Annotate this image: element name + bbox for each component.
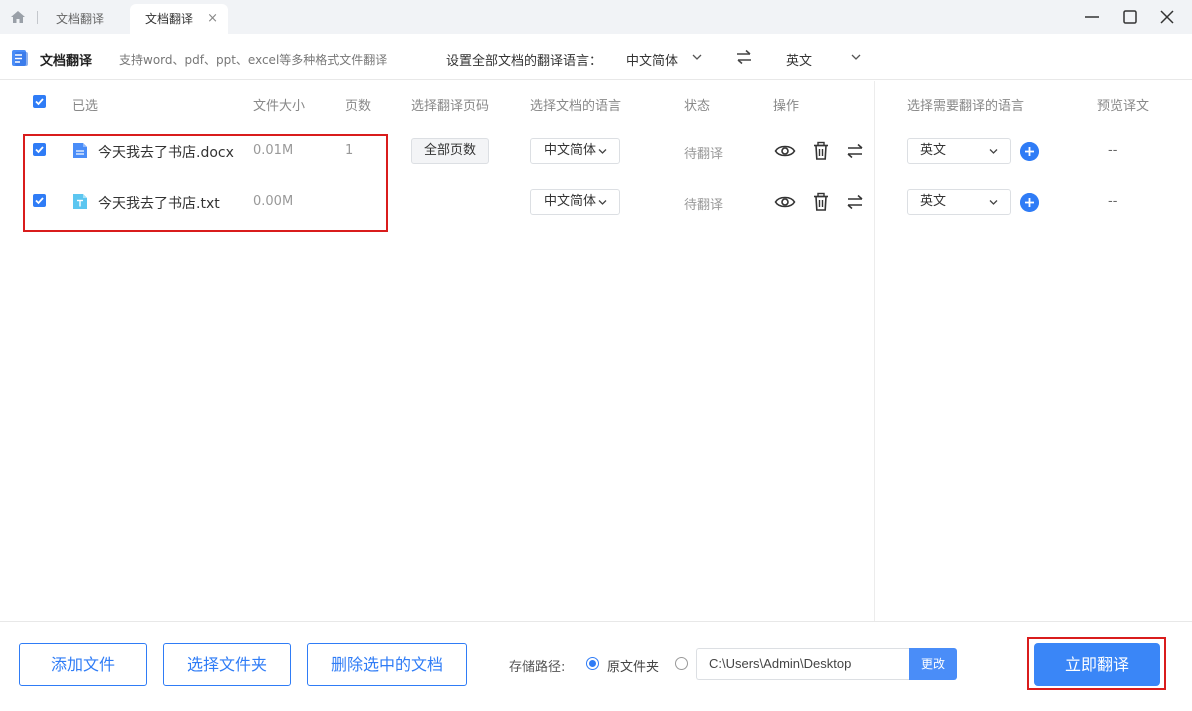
select-all-checkbox[interactable]	[33, 95, 46, 108]
column-header-actions: 操作	[773, 99, 800, 114]
home-icon[interactable]	[10, 10, 26, 24]
tab-close-icon[interactable]: ×	[207, 4, 218, 34]
tab-label: 文档翻译	[145, 12, 194, 26]
column-header-size: 文件大小	[253, 99, 306, 114]
preview-eye-icon[interactable]	[774, 141, 796, 161]
highlight-annotation-files	[23, 134, 388, 232]
document-app-icon	[12, 50, 28, 66]
title-bar: 文档翻译 文档翻译 ×	[0, 0, 1192, 34]
target-language-value: 英文	[920, 143, 947, 158]
tab-divider	[37, 11, 38, 24]
doc-language-value: 中文简体	[544, 143, 597, 158]
convert-swap-icon[interactable]	[844, 192, 866, 212]
chevron-down-icon	[989, 149, 998, 154]
original-folder-radio[interactable]	[586, 657, 599, 670]
add-language-plus-icon[interactable]	[1020, 142, 1039, 161]
tab-document-translate-inactive[interactable]: 文档翻译	[56, 4, 104, 34]
preview-translation: --	[1108, 194, 1118, 209]
column-header-status: 状态	[684, 99, 711, 114]
page-title: 文档翻译	[40, 54, 93, 69]
target-language-value: 英文	[920, 194, 947, 209]
chevron-down-icon	[598, 200, 607, 205]
delete-trash-icon[interactable]	[810, 141, 832, 161]
column-header-doc-language: 选择文档的语言	[530, 99, 622, 114]
column-header-pages: 页数	[345, 99, 372, 114]
column-header-preview: 预览译文	[1097, 99, 1150, 114]
column-header-page-range: 选择翻译页码	[411, 99, 490, 114]
chevron-down-icon[interactable]	[851, 53, 861, 61]
change-path-button[interactable]: 更改	[909, 648, 957, 680]
column-header-selected: 已选	[72, 99, 99, 114]
original-folder-label: 原文件夹	[607, 660, 660, 675]
target-language-select[interactable]: 英文	[907, 138, 1011, 164]
save-path-input[interactable]: C:\Users\Admin\Desktop	[696, 648, 910, 680]
add-language-plus-icon[interactable]	[1020, 193, 1039, 212]
start-translate-button[interactable]: 立即翻译	[1034, 643, 1160, 686]
preview-translation: --	[1108, 143, 1118, 158]
global-source-language-select[interactable]: 中文简体	[626, 50, 678, 69]
doc-language-select[interactable]: 中文简体	[530, 189, 620, 215]
toolbar-header: 文档翻译 支持word、pdf、ppt、excel等多种格式文件翻译 设置全部文…	[0, 34, 1192, 80]
add-file-button[interactable]: 添加文件	[19, 643, 147, 686]
footer-divider	[0, 621, 1192, 622]
maximize-icon[interactable]	[1119, 6, 1141, 28]
doc-language-value: 中文简体	[544, 194, 597, 209]
global-language-label: 设置全部文档的翻译语言：	[446, 54, 603, 69]
delete-selected-button[interactable]: 删除选中的文档	[307, 643, 467, 686]
panel-divider	[874, 81, 875, 621]
target-language-select[interactable]: 英文	[907, 189, 1011, 215]
chevron-down-icon	[598, 149, 607, 154]
page-subtitle: 支持word、pdf、ppt、excel等多种格式文件翻译	[119, 53, 388, 67]
page-range-button[interactable]: 全部页数	[411, 138, 489, 164]
tab-document-translate-active[interactable]: 文档翻译 ×	[130, 4, 228, 34]
minimize-icon[interactable]	[1081, 6, 1103, 28]
custom-path-radio[interactable]	[675, 657, 688, 670]
column-header-target-language: 选择需要翻译的语言	[907, 99, 1025, 114]
chevron-down-icon	[989, 200, 998, 205]
doc-language-select[interactable]: 中文简体	[530, 138, 620, 164]
convert-swap-icon[interactable]	[844, 141, 866, 161]
delete-trash-icon[interactable]	[810, 192, 832, 212]
select-folder-button[interactable]: 选择文件夹	[163, 643, 291, 686]
swap-languages-icon[interactable]	[735, 49, 753, 65]
close-icon[interactable]	[1156, 6, 1178, 28]
global-target-language-select[interactable]: 英文	[786, 50, 812, 69]
save-path-label: 存储路径:	[509, 660, 566, 675]
status-text: 待翻译	[684, 147, 724, 162]
status-text: 待翻译	[684, 198, 724, 213]
preview-eye-icon[interactable]	[774, 192, 796, 212]
chevron-down-icon[interactable]	[692, 53, 702, 61]
